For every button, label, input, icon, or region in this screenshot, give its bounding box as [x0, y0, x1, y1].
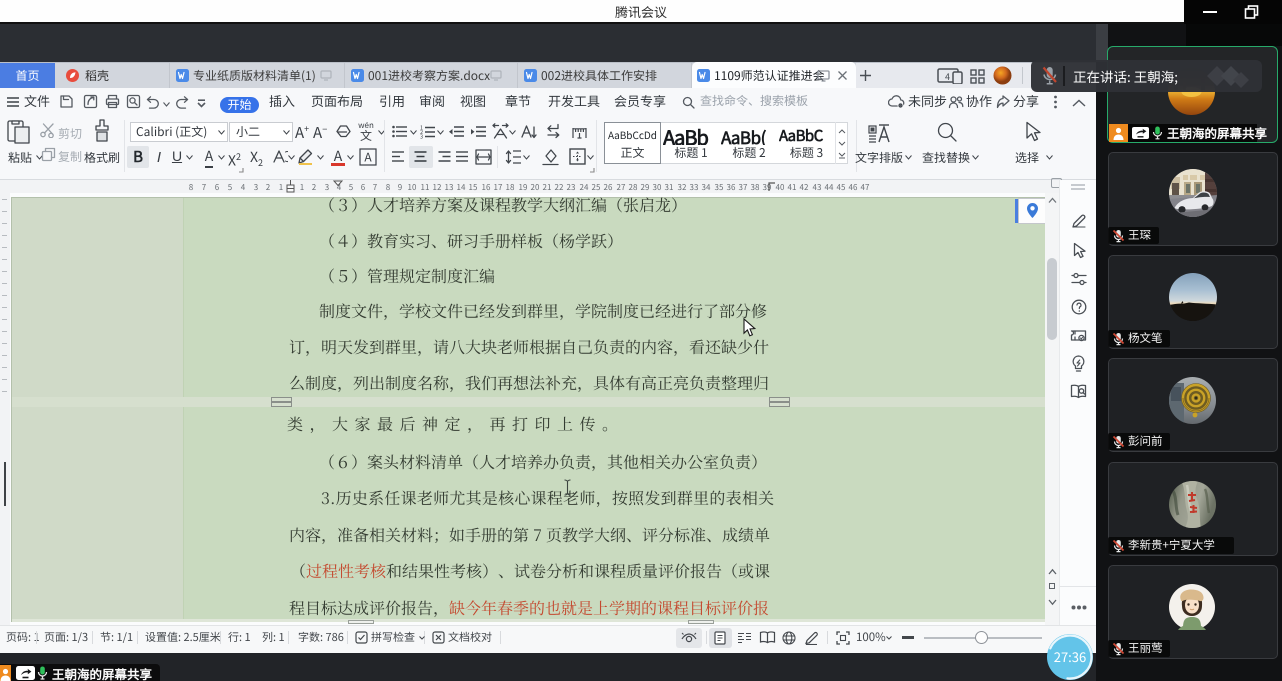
svg-text:4: 4 [945, 70, 950, 83]
svg-text:A: A [364, 149, 372, 166]
svg-text:3: 3 [420, 133, 423, 140]
